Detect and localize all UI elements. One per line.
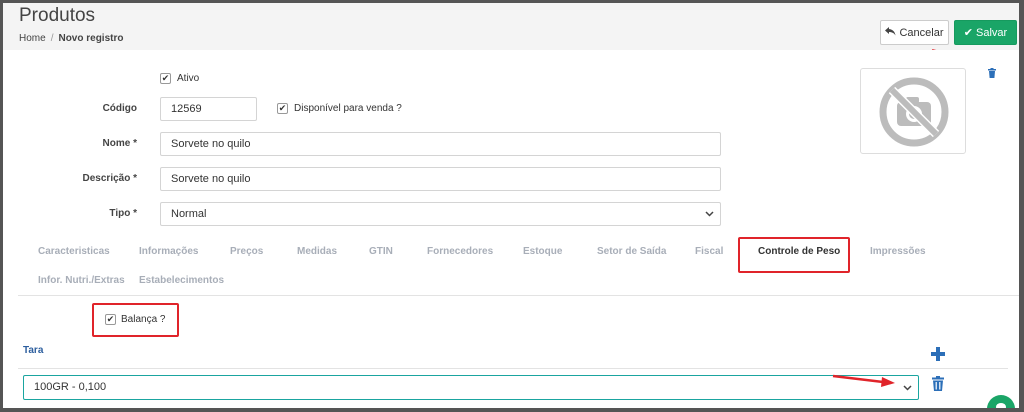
breadcrumb-home[interactable]: Home xyxy=(19,33,46,44)
ativo-label: Ativo xyxy=(177,73,200,84)
tara-divider xyxy=(18,368,1008,369)
tab-estabelecimentos[interactable]: Estabelecimentos xyxy=(139,275,224,286)
tabs-divider xyxy=(18,295,1019,296)
descricao-input[interactable]: Sorvete no quilo xyxy=(160,167,721,191)
tab-fiscal[interactable]: Fiscal xyxy=(695,246,723,257)
balanca-label: Balança ? xyxy=(121,314,166,325)
breadcrumb: Home / Novo registro xyxy=(19,33,123,44)
tab-setor-de-saida[interactable]: Setor de Saída xyxy=(597,246,666,257)
app-window: Produtos Home / Novo registro Cancelar ✔ S… xyxy=(3,3,1019,408)
plus-icon[interactable] xyxy=(931,347,945,361)
cancel-button-label: Cancelar xyxy=(899,26,944,39)
tipo-select[interactable]: Normal xyxy=(160,202,721,226)
tipo-select-value: Normal xyxy=(171,208,207,220)
tab-infor-nutri-extras[interactable]: Infor. Nutri./Extras xyxy=(38,275,125,286)
cancel-button[interactable]: Cancelar xyxy=(880,20,949,45)
product-photo[interactable] xyxy=(860,68,966,154)
nome-label: Nome * xyxy=(102,138,137,149)
main-content: ✔ Ativo Código 12569 ✔ Disponível para v… xyxy=(3,50,1019,408)
tipo-label: Tipo * xyxy=(109,208,137,219)
tab-informacoes[interactable]: Informações xyxy=(139,246,198,257)
descricao-label: Descrição * xyxy=(82,173,137,184)
delete-photo-icon[interactable] xyxy=(987,68,997,78)
chat-icon xyxy=(996,403,1006,408)
page-title: Produtos xyxy=(19,5,96,26)
tara-select[interactable]: 100GR - 0,100 xyxy=(23,375,919,400)
tab-medidas[interactable]: Medidas xyxy=(297,246,337,257)
tab-impressoes[interactable]: Impressões xyxy=(870,246,926,257)
save-button[interactable]: ✔ Salvar xyxy=(954,20,1017,45)
balanca-checkbox[interactable]: ✔ xyxy=(105,314,116,325)
reply-icon xyxy=(885,26,896,39)
page-header: Produtos Home / Novo registro Cancelar ✔ S… xyxy=(3,3,1019,50)
chat-button[interactable] xyxy=(987,395,1015,408)
ativo-checkbox[interactable]: ✔ xyxy=(160,73,171,84)
tab-fornecedores[interactable]: Fornecedores xyxy=(427,246,493,257)
tab-gtin[interactable]: GTIN xyxy=(369,246,393,257)
chevron-down-icon xyxy=(705,203,714,234)
chevron-down-icon xyxy=(903,376,912,408)
tab-precos[interactable]: Preços xyxy=(230,246,263,257)
tara-select-value: 100GR - 0,100 xyxy=(34,381,107,393)
annotation-highlight-tab xyxy=(738,237,850,273)
nome-input[interactable]: Sorvete no quilo xyxy=(160,132,721,156)
no-photo-icon xyxy=(879,77,949,147)
save-button-label: Salvar xyxy=(976,26,1008,39)
codigo-label: Código xyxy=(102,103,137,114)
tab-caracteristicas[interactable]: Caracteristicas xyxy=(38,246,110,257)
disponivel-checkbox[interactable]: ✔ xyxy=(277,103,288,114)
breadcrumb-separator: / xyxy=(50,33,54,44)
codigo-input[interactable]: 12569 xyxy=(160,97,257,121)
tara-title: Tara xyxy=(23,345,44,356)
tab-estoque[interactable]: Estoque xyxy=(523,246,562,257)
check-icon: ✔ xyxy=(963,27,974,39)
disponivel-label: Disponível para venda ? xyxy=(294,103,402,114)
annotation-arrow-tara xyxy=(832,374,895,387)
trash-icon[interactable] xyxy=(932,376,944,391)
breadcrumb-current: Novo registro xyxy=(58,33,124,44)
